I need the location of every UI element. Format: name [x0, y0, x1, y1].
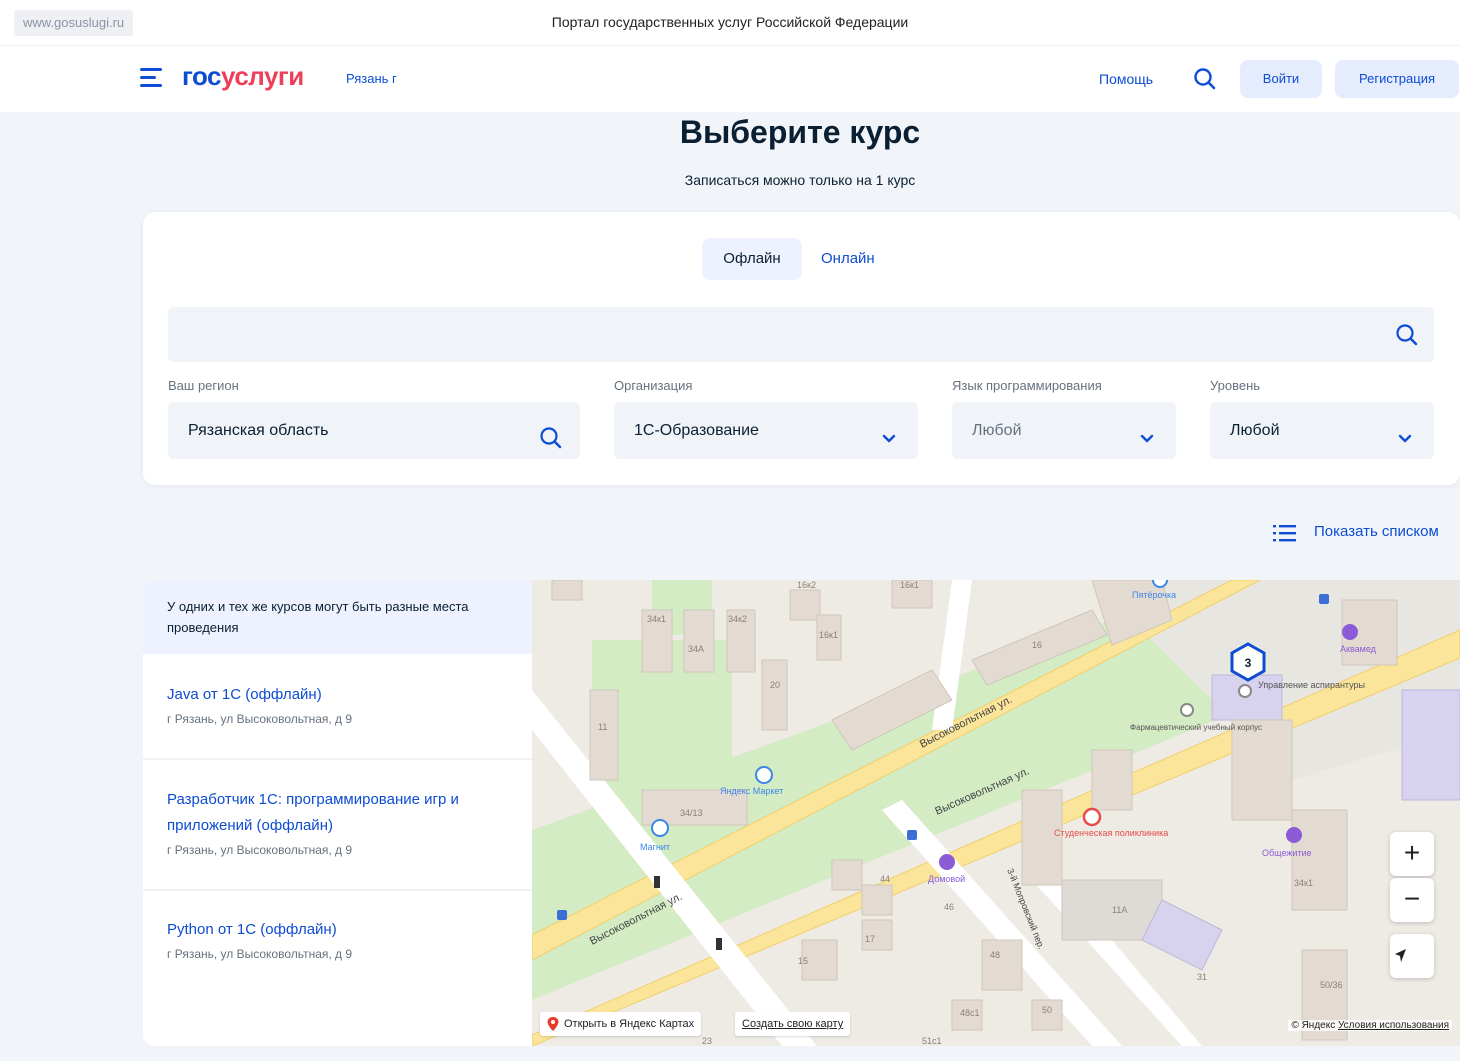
page-subtitle: Записаться можно только на 1 курс: [684, 172, 916, 188]
svg-text:Общежитие: Общежитие: [1262, 848, 1312, 858]
building-number: 16: [1032, 640, 1042, 650]
course-name[interactable]: Java от 1С (оффлайн): [167, 682, 508, 708]
course-address: г Рязань, ул Высоковольтная, д 9: [167, 712, 353, 726]
level-select[interactable]: Любой: [1210, 402, 1434, 459]
building-number: 46: [944, 902, 954, 912]
help-link[interactable]: Помощь: [1099, 71, 1153, 87]
building-number: 16к1: [900, 580, 919, 590]
login-button[interactable]: Войти: [1240, 60, 1322, 98]
arrow-navigation-icon: [1395, 949, 1406, 962]
svg-text:Студенческая поликлиника: Студенческая поликлиника: [1054, 828, 1168, 838]
building-number: 15: [798, 956, 808, 966]
building-number: 44: [880, 874, 890, 884]
bus-stop-icon: [1319, 594, 1329, 604]
course-item[interactable]: Python от 1С (оффлайн) г Рязань, ул Высо…: [143, 891, 532, 1046]
building-number: 11: [598, 722, 607, 732]
chevron-down-icon: [1134, 418, 1160, 444]
cluster-marker[interactable]: 3: [1230, 642, 1266, 682]
traffic-light-icon: [654, 876, 660, 888]
building-number: 20: [770, 680, 780, 690]
building-number: 50: [1042, 1005, 1052, 1015]
course-name[interactable]: Разработчик 1С: программирование игр и п…: [167, 787, 477, 839]
building-number: 34/13: [680, 808, 703, 818]
svg-text:Пятёрочка: Пятёрочка: [1132, 590, 1176, 600]
language-select[interactable]: Любой: [952, 402, 1176, 459]
svg-text:3: 3: [1245, 656, 1252, 670]
course-item[interactable]: Разработчик 1С: программирование игр и п…: [143, 760, 532, 891]
organization-select[interactable]: 1С-Образование: [614, 402, 918, 459]
course-item[interactable]: Java от 1С (оффлайн) г Рязань, ул Высоко…: [143, 654, 532, 760]
svg-text:Фармацевтический учебный корпу: Фармацевтический учебный корпус: [1130, 723, 1262, 732]
map-copyright: © Яндекс Условия использования: [1288, 1020, 1452, 1031]
course-name[interactable]: Python от 1С (оффлайн): [167, 917, 508, 943]
tab-online[interactable]: Онлайн: [803, 238, 893, 280]
tab-offline[interactable]: Офлайн: [702, 238, 802, 280]
register-button[interactable]: Регистрация: [1335, 60, 1459, 98]
building-number: 16к2: [797, 580, 816, 590]
search-icon: [538, 418, 564, 449]
language-label: Язык программирования: [952, 378, 1102, 393]
building-number: 34к1: [1294, 878, 1313, 888]
city-selector[interactable]: Рязань г: [346, 71, 397, 86]
filters-card: Офлайн Онлайн Ваш регион Рязанская облас…: [143, 212, 1460, 485]
svg-text:Домовой: Домовой: [928, 874, 965, 884]
header-search-icon[interactable]: [1192, 66, 1218, 92]
organization-label: Организация: [614, 378, 693, 393]
create-map-link[interactable]: Создать свою карту: [735, 1012, 851, 1036]
level-label: Уровень: [1210, 378, 1261, 393]
building-number: 11А: [1112, 905, 1127, 915]
open-in-yandex-button[interactable]: Открыть в Яндекс Картах: [540, 1012, 702, 1036]
building-number: 51с1: [922, 1036, 942, 1046]
bus-stop-icon: [907, 830, 917, 840]
burger-menu-icon[interactable]: [140, 68, 162, 88]
building-number: 48: [990, 950, 1000, 960]
svg-text:Аквамед: Аквамед: [1340, 644, 1377, 654]
region-label: Ваш регион: [168, 378, 239, 393]
course-address: г Рязань, ул Высоковольтная, д 9: [167, 947, 353, 961]
map-canvas[interactable]: Высоковольтная ул. Высоковольтная ул. Вы…: [532, 580, 1460, 1046]
map-pin-icon: [547, 1017, 559, 1031]
show-list-label: Показать списком: [1314, 523, 1439, 540]
building-number: 34А: [688, 644, 704, 654]
browser-title: Портал государственных услуг Российской …: [551, 14, 909, 30]
terms-link[interactable]: Условия использования: [1338, 1020, 1449, 1031]
list-icon: [1273, 525, 1296, 542]
gosuslugi-logo[interactable]: госуслуги: [182, 61, 304, 92]
building-number: 31: [1197, 972, 1207, 982]
site-header: госуслуги Рязань г Помощь Войти Регистра…: [0, 46, 1460, 112]
building-number: 34к1: [647, 614, 666, 624]
zoom-out-button[interactable]: −: [1390, 878, 1434, 922]
building-number: 34к2: [728, 614, 747, 624]
bus-stop-icon: [557, 910, 567, 920]
browser-bar: www.gosuslugi.ru Портал государственных …: [0, 0, 1460, 46]
building-number: 17: [865, 934, 875, 944]
geolocation-button[interactable]: [1390, 934, 1434, 978]
search-icon[interactable]: [1394, 322, 1420, 348]
building-number: 50/36: [1320, 980, 1343, 990]
courses-panel: У одних и тех же курсов могут быть разны…: [143, 580, 532, 1046]
course-search-input[interactable]: [168, 307, 1434, 362]
svg-text:Магнит: Магнит: [640, 842, 670, 852]
zoom-in-button[interactable]: +: [1390, 832, 1434, 876]
traffic-light-icon: [716, 938, 722, 950]
chevron-down-icon: [876, 418, 902, 444]
chevron-down-icon: [1392, 418, 1418, 444]
show-list-button[interactable]: Показать списком: [1272, 522, 1439, 544]
building-number: 48с1: [960, 1008, 980, 1018]
notice-banner: У одних и тех же курсов могут быть разны…: [143, 580, 532, 654]
svg-text:Яндекс Маркет: Яндекс Маркет: [720, 786, 783, 796]
building-number: 23: [702, 1036, 712, 1046]
region-field[interactable]: Рязанская область: [168, 402, 580, 459]
yandex-map[interactable]: Высоковольтная ул. Высоковольтная ул. Вы…: [532, 580, 1460, 1046]
course-address: г Рязань, ул Высоковольтная, д 9: [167, 843, 353, 857]
svg-text:Управление аспирантуры: Управление аспирантуры: [1258, 680, 1365, 690]
building-number: 16к1: [819, 630, 838, 640]
page-title: Выберите курс: [679, 114, 921, 150]
